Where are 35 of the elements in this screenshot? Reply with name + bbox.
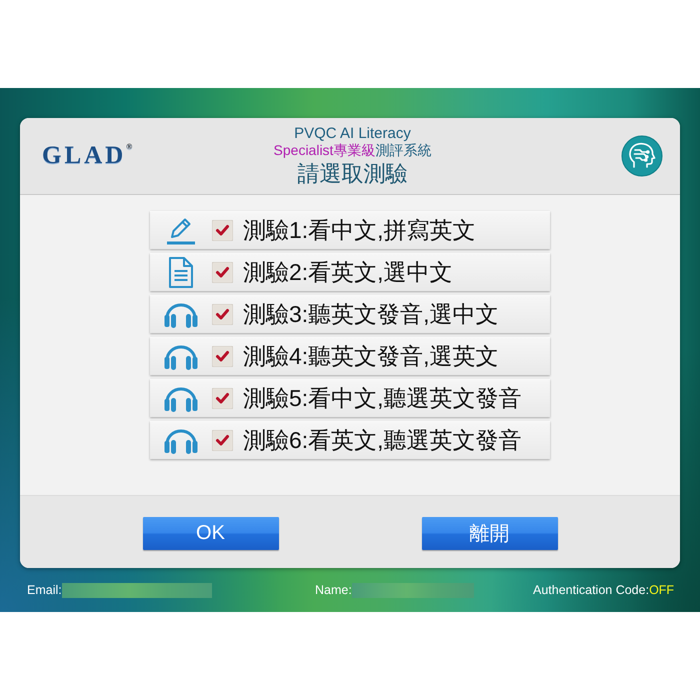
test-label: 測驗2:看英文,選中文 [243,258,453,287]
checkbox[interactable] [212,262,233,283]
test-option-row[interactable]: 測驗4:聽英文發音,選英文 [150,337,550,375]
checkbox[interactable] [212,388,233,409]
auth-code-label: Authentication Code: [533,583,650,597]
auth-code-value: OFF [649,583,674,597]
document-icon [169,257,193,288]
app-title: PVQC AI Literacy [294,124,411,142]
test-label: 測驗6:看英文,聽選英文發音 [243,426,522,455]
test-option-row[interactable]: 測驗5:看中文,聽選英文發音 [150,379,550,417]
dialog-heading: 請選取測驗 [297,160,408,188]
pencil-icon [166,216,196,244]
headphones-icon [164,344,198,370]
headphones-icon [164,386,198,412]
ok-button[interactable]: OK [142,517,278,550]
head-circuit-icon [621,135,663,177]
app-subtitle: Specialist專業級測評系統 [274,142,432,158]
test-label: 測驗4:聽英文發音,選英文 [243,342,499,371]
checkbox[interactable] [212,220,233,241]
test-option-row[interactable]: 測驗3:聽英文發音,選中文 [150,295,550,333]
glad-logo: GLAD$^{®}$ [42,142,132,170]
checkbox[interactable] [212,430,233,451]
test-label: 測驗5:看中文,聽選英文發音 [243,384,522,413]
email-label: Email: [27,583,62,597]
test-label: 測驗1:看中文,拼寫英文 [243,216,476,245]
leave-button[interactable]: 離開 [422,517,558,550]
checkbox[interactable] [212,304,233,325]
test-option-row[interactable]: 測驗1:看中文,拼寫英文 [150,211,550,249]
test-label: 測驗3:聽英文發音,選中文 [243,300,499,329]
checkbox[interactable] [212,346,233,367]
headphones-icon [164,428,198,454]
name-label: Name: [315,583,352,597]
test-option-row[interactable]: 測驗6:看英文,聽選英文發音 [150,421,550,459]
test-option-row[interactable]: 測驗2:看英文,選中文 [150,253,550,291]
headphones-icon [164,302,198,328]
